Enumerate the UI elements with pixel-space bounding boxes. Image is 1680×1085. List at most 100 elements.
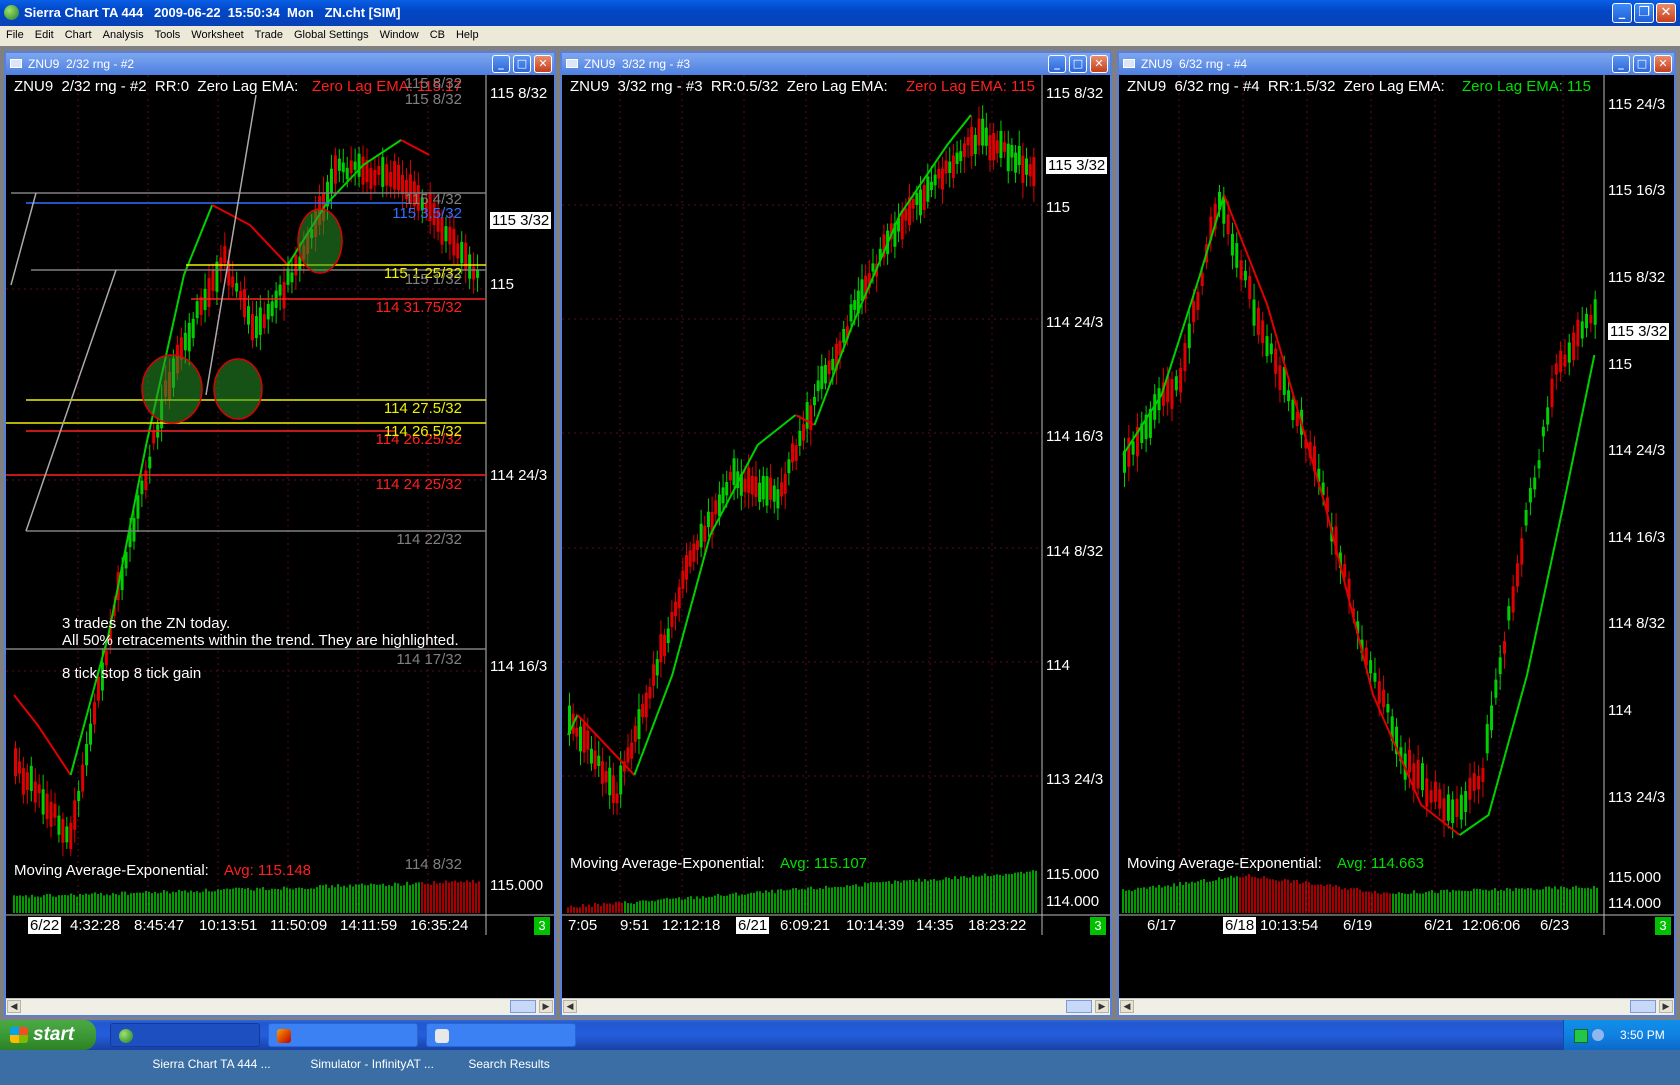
x-axis-time-label: 10:13:54 xyxy=(1260,917,1319,934)
scroll-thumb[interactable] xyxy=(510,1000,536,1013)
menu-global-settings[interactable]: Global Settings xyxy=(288,26,374,41)
zero-lag-ema-line xyxy=(1223,194,1461,836)
chart-canvas[interactable]: ZNU9 6/32 rng - #4 RR:1.5/32 Zero Lag EM… xyxy=(1119,75,1674,998)
chart-maximize-button[interactable]: □ xyxy=(1069,55,1087,73)
start-button[interactable]: start xyxy=(0,1020,96,1050)
candle-body xyxy=(578,726,582,752)
y-axis-tick: 114.000 xyxy=(1046,893,1100,910)
menu-tools[interactable]: Tools xyxy=(149,26,186,41)
x-axis-date-label: 6/21 xyxy=(1424,917,1454,934)
scroll-right-arrow-icon[interactable]: ▶ xyxy=(1659,1000,1673,1013)
candle-body xyxy=(401,174,405,195)
candle-body xyxy=(1528,488,1532,503)
network-icon[interactable] xyxy=(1574,1029,1588,1043)
menu-cb[interactable]: CB xyxy=(424,26,450,41)
scroll-right-arrow-icon[interactable]: ▶ xyxy=(539,1000,553,1013)
clock[interactable]: 3:50 PM xyxy=(1620,1028,1665,1042)
chart-close-button[interactable]: ✕ xyxy=(1090,55,1108,73)
chart-canvas[interactable]: ZNU9 3/32 rng - #3 RR:0.5/32 Zero Lag EM… xyxy=(562,75,1110,998)
candle-body xyxy=(1025,158,1029,175)
candle-body xyxy=(1477,776,1481,790)
candle-body xyxy=(337,158,341,171)
annotation-note: All 50% retracements within the trend. T… xyxy=(62,632,459,649)
scroll-thumb[interactable] xyxy=(1630,1000,1656,1013)
candle-body xyxy=(1459,794,1463,820)
chart-minimize-button[interactable]: _ xyxy=(1048,55,1066,73)
price-chart-svg[interactable] xyxy=(1119,75,1674,980)
candle-body xyxy=(1585,313,1589,329)
horizontal-scrollbar[interactable]: ◀ ▶ xyxy=(562,998,1110,1015)
scroll-left-arrow-icon[interactable]: ◀ xyxy=(7,1000,21,1013)
chart-window-title-bar: ZNU9 2/32 rng - #2 _ □ ✕ xyxy=(6,53,554,75)
volume-icon[interactable] xyxy=(1592,1029,1604,1041)
y-axis-tick: 115.000 xyxy=(1046,866,1100,883)
x-axis-time-label: 8:45:47 xyxy=(134,917,185,934)
price-level-label: 114 26.5/32 xyxy=(383,423,462,440)
candle-body xyxy=(977,118,981,146)
candle-body xyxy=(911,198,915,209)
start-label: start xyxy=(33,1024,75,1045)
price-chart-svg[interactable] xyxy=(562,75,1110,980)
chart-minimize-button[interactable]: _ xyxy=(1612,55,1630,73)
candle-body xyxy=(25,772,29,791)
candle-body xyxy=(456,243,460,259)
candle-body xyxy=(948,161,952,173)
candle-body xyxy=(1576,319,1580,347)
ma-study-label: Moving Average-Exponential: xyxy=(14,862,209,879)
close-button[interactable]: ✕ xyxy=(1656,3,1676,23)
taskbar-item-simulator[interactable]: Simulator - InfinityAT ... xyxy=(268,1023,434,1071)
menu-worksheet[interactable]: Worksheet xyxy=(185,26,248,41)
menu-help[interactable]: Help xyxy=(450,26,484,41)
candle-body xyxy=(966,137,970,146)
scroll-left-arrow-icon[interactable]: ◀ xyxy=(563,1000,577,1013)
candle-body xyxy=(223,246,227,264)
menu-chart[interactable]: Chart xyxy=(59,26,97,41)
chart-minimize-button[interactable]: _ xyxy=(492,55,510,73)
candle-body xyxy=(444,226,448,242)
chart-canvas[interactable]: ZNU9 2/32 rng - #2 RR:0 Zero Lag EMA: Ze… xyxy=(6,75,554,998)
candle-body xyxy=(1481,768,1485,782)
menu-file[interactable]: File xyxy=(0,26,29,41)
candle-body xyxy=(1559,350,1563,373)
candle-body xyxy=(1485,724,1489,754)
y-axis-tick: 114 24/3 xyxy=(1608,442,1666,459)
candle-body xyxy=(357,153,361,177)
minimize-button[interactable]: _ xyxy=(1612,3,1632,23)
candle-body xyxy=(586,730,590,750)
menu-window[interactable]: Window xyxy=(374,26,424,41)
ma-study-value: Avg: 115.148 xyxy=(224,862,312,879)
candle-body xyxy=(944,160,948,174)
taskbar-item-sierra-chart[interactable]: Sierra Chart TA 444 ... xyxy=(110,1023,271,1071)
ma-study-value: Avg: 115.107 xyxy=(780,855,868,872)
x-axis-time-label: 10:14:39 xyxy=(846,917,905,934)
candle-body xyxy=(937,168,941,179)
scroll-left-arrow-icon[interactable]: ◀ xyxy=(1120,1000,1134,1013)
menu-analysis[interactable]: Analysis xyxy=(97,26,149,41)
restore-button[interactable]: ❐ xyxy=(1634,3,1654,23)
chart-maximize-button[interactable]: □ xyxy=(1633,55,1651,73)
candle-body xyxy=(717,494,721,517)
horizontal-scrollbar[interactable]: ◀ ▶ xyxy=(6,998,554,1015)
candle-body xyxy=(1451,799,1455,823)
candle-body xyxy=(827,360,831,375)
candle-body xyxy=(1494,679,1498,698)
taskbar-item-search-results[interactable]: Search Results xyxy=(426,1023,576,1071)
chart-maximize-button[interactable]: □ xyxy=(513,55,531,73)
scroll-thumb[interactable] xyxy=(1066,1000,1092,1013)
horizontal-scrollbar[interactable]: ◀ ▶ xyxy=(1119,998,1674,1015)
candle-body xyxy=(688,550,692,567)
candle-body xyxy=(780,482,784,497)
chart-close-button[interactable]: ✕ xyxy=(1654,55,1672,73)
candle-body xyxy=(1010,144,1014,158)
price-chart-svg[interactable] xyxy=(6,75,554,980)
x-axis-date-label: 6/23 xyxy=(1540,917,1570,934)
candle-body xyxy=(258,307,262,335)
candle-body xyxy=(1200,272,1204,287)
chart-close-button[interactable]: ✕ xyxy=(534,55,552,73)
candle-body xyxy=(1006,143,1010,172)
menu-edit[interactable]: Edit xyxy=(29,26,59,41)
scroll-right-arrow-icon[interactable]: ▶ xyxy=(1095,1000,1109,1013)
menu-trade[interactable]: Trade xyxy=(249,26,288,41)
y-axis-tick: 115.000 xyxy=(490,877,544,894)
chart-window-title-bar: ZNU9 6/32 rng - #4 _ □ ✕ xyxy=(1119,53,1674,75)
